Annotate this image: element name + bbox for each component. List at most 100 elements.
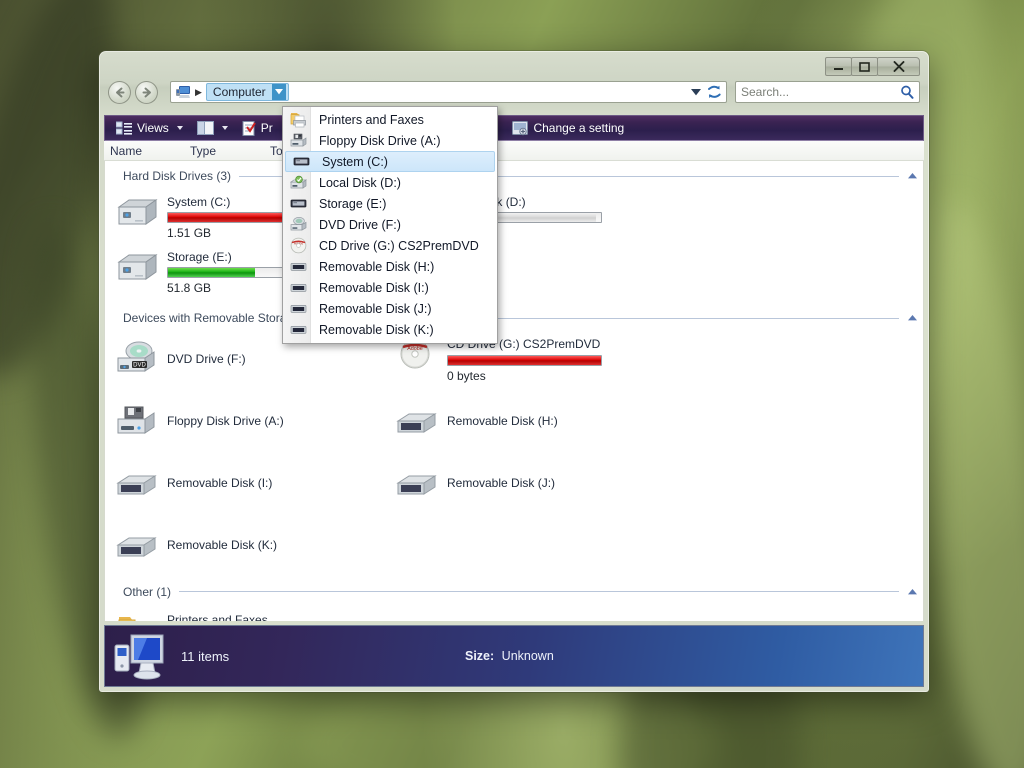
maximize-button[interactable] [851, 57, 878, 76]
printers-folder-icon [115, 611, 159, 621]
folder-item-printers-and-faxes[interactable]: Printers and Faxes System Folder [105, 605, 385, 621]
group-label: Hard Disk Drives (3) [123, 169, 232, 183]
drive-row: DVD DVD Drive (F:) Adobe CD Drive (G:) C… [105, 329, 923, 388]
cd-media-icon: Adobe [287, 237, 310, 254]
refresh-icon[interactable] [707, 85, 722, 99]
views-chevron-down-icon[interactable] [176, 126, 183, 130]
menu-item-label: Removable Disk (J:) [319, 301, 432, 316]
removable-icon [287, 324, 310, 336]
local-disk-icon [287, 175, 310, 191]
drive-icon [287, 197, 310, 210]
removable-disk-icon [115, 465, 159, 501]
printers-icon [287, 112, 310, 128]
breadcrumb-dropdown-menu: Printers and Faxes Floppy Disk Drive (A:… [282, 106, 498, 344]
group-header-hard-disk-drives[interactable]: Hard Disk Drives (3) [105, 165, 923, 187]
menu-item-dvd-drive-f[interactable]: DVD Drive (F:) [283, 214, 497, 235]
menu-item-label: CD Drive (G:) CS2PremDVD [319, 238, 479, 253]
search-input[interactable]: Search... [735, 81, 920, 103]
folder-name: Printers and Faxes [167, 612, 268, 621]
menu-item-removable-disk-h[interactable]: Removable Disk (H:) [283, 256, 497, 277]
removable-disk-icon [395, 403, 439, 439]
group-label: Devices with Removable Storag [123, 311, 294, 326]
drive-item-removable-k[interactable]: Removable Disk (K:) [105, 521, 385, 569]
hard-disk-icon [115, 193, 159, 229]
group-header-removable-storage[interactable]: Devices with Removable Storag [105, 307, 923, 329]
window-controls [825, 57, 920, 77]
change-setting-button[interactable]: Change a setting [505, 117, 631, 139]
status-size-label: Size: [465, 649, 495, 663]
drive-row: Storage (E:) 51.8 GB [105, 242, 923, 301]
removable-icon [287, 282, 310, 294]
floppy-icon [287, 133, 310, 149]
column-header-type[interactable]: Type [184, 144, 264, 158]
close-button[interactable] [877, 57, 920, 76]
views-label: Views [137, 121, 169, 135]
capacity-bar-fill [448, 355, 601, 365]
menu-item-floppy-disk-drive-a[interactable]: Floppy Disk Drive (A:) [283, 130, 497, 151]
dvd-drive-icon: DVD [115, 341, 159, 377]
group-collapse-chevron-icon[interactable] [905, 173, 919, 179]
drive-name: Removable Disk (K:) [167, 537, 278, 552]
command-bar: Views Pr am [104, 115, 924, 141]
status-size-value: Unknown [501, 649, 554, 663]
group-collapse-chevron-icon[interactable] [905, 315, 919, 321]
minimize-button[interactable] [825, 57, 852, 76]
folder-row: Printers and Faxes System Folder [105, 605, 923, 621]
menu-item-label: Printers and Faxes [319, 112, 424, 127]
menu-item-removable-disk-j[interactable]: Removable Disk (J:) [283, 298, 497, 319]
menu-item-printers-and-faxes[interactable]: Printers and Faxes [283, 109, 497, 130]
preview-pane-chevron-down-icon[interactable] [221, 126, 228, 130]
capacity-bar [447, 354, 602, 366]
address-history-icon[interactable] [691, 88, 701, 96]
drive-item-removable-j[interactable]: Removable Disk (J:) [385, 459, 665, 507]
drive-row: Removable Disk (I:) Removable Disk (J:) [105, 459, 923, 507]
removable-disk-icon [395, 465, 439, 501]
breadcrumb-label: Computer [212, 85, 266, 99]
dvd-icon [287, 216, 310, 233]
group-divider [179, 591, 899, 593]
capacity-bar-fill [168, 268, 256, 278]
change-setting-label: Change a setting [533, 121, 625, 135]
group-collapse-chevron-icon[interactable] [905, 588, 919, 595]
menu-item-label: System (C:) [322, 154, 388, 169]
column-header-name[interactable]: Name [104, 144, 184, 158]
properties-label: Pr [260, 121, 273, 135]
file-list-pane: Hard Disk Drives (3) System (C:) 1.51 GB… [104, 161, 924, 621]
column-headers: Name Type Total Siz [104, 141, 924, 161]
drive-item-floppy-a[interactable]: Floppy Disk Drive (A:) [105, 397, 385, 445]
menu-item-removable-disk-k[interactable]: Removable Disk (K:) [283, 319, 497, 340]
menu-item-label: Removable Disk (K:) [319, 322, 434, 337]
properties-button[interactable]: Pr [235, 117, 280, 139]
forward-button[interactable] [135, 80, 158, 104]
menu-item-removable-disk-i[interactable]: Removable Disk (I:) [283, 277, 497, 298]
address-bar[interactable]: ▶ Computer [170, 81, 727, 103]
status-bar: 11 items Size: Unknown [104, 625, 924, 687]
removable-disk-icon [115, 527, 159, 563]
back-button[interactable] [108, 80, 131, 104]
menu-item-local-disk-d[interactable]: Local Disk (D:) [283, 172, 497, 193]
breadcrumb-separator: ▶ [195, 86, 202, 97]
views-button[interactable]: Views [109, 117, 190, 139]
drive-row: Floppy Disk Drive (A:) Removable Disk (H… [105, 397, 923, 445]
preview-pane-button[interactable] [190, 117, 235, 139]
breadcrumb-computer[interactable]: Computer [205, 83, 289, 101]
drive-name: Removable Disk (J:) [447, 475, 556, 490]
drive-item-removable-h[interactable]: Removable Disk (H:) [385, 397, 665, 445]
drive-name: DVD Drive (F:) [167, 352, 246, 367]
menu-item-storage-e[interactable]: Storage (E:) [283, 193, 497, 214]
menu-item-cd-drive-g[interactable]: Adobe CD Drive (G:) CS2PremDVD [283, 235, 497, 256]
group-header-other[interactable]: Other (1) [105, 581, 923, 603]
drive-item-removable-i[interactable]: Removable Disk (I:) [105, 459, 385, 507]
computer-icon [175, 84, 191, 100]
menu-item-label: DVD Drive (F:) [319, 217, 401, 232]
computer-status-icon [113, 631, 167, 681]
removable-icon [287, 303, 310, 315]
search-icon[interactable] [900, 85, 914, 99]
drive-name: Floppy Disk Drive (A:) [167, 413, 284, 428]
hard-disk-icon [115, 248, 159, 284]
breadcrumb-dropdown-icon[interactable] [271, 84, 286, 100]
search-placeholder: Search... [741, 85, 790, 99]
drive-name: Removable Disk (H:) [447, 413, 558, 428]
menu-item-system-c[interactable]: System (C:) [285, 151, 495, 172]
menu-item-label: Removable Disk (I:) [319, 280, 429, 295]
